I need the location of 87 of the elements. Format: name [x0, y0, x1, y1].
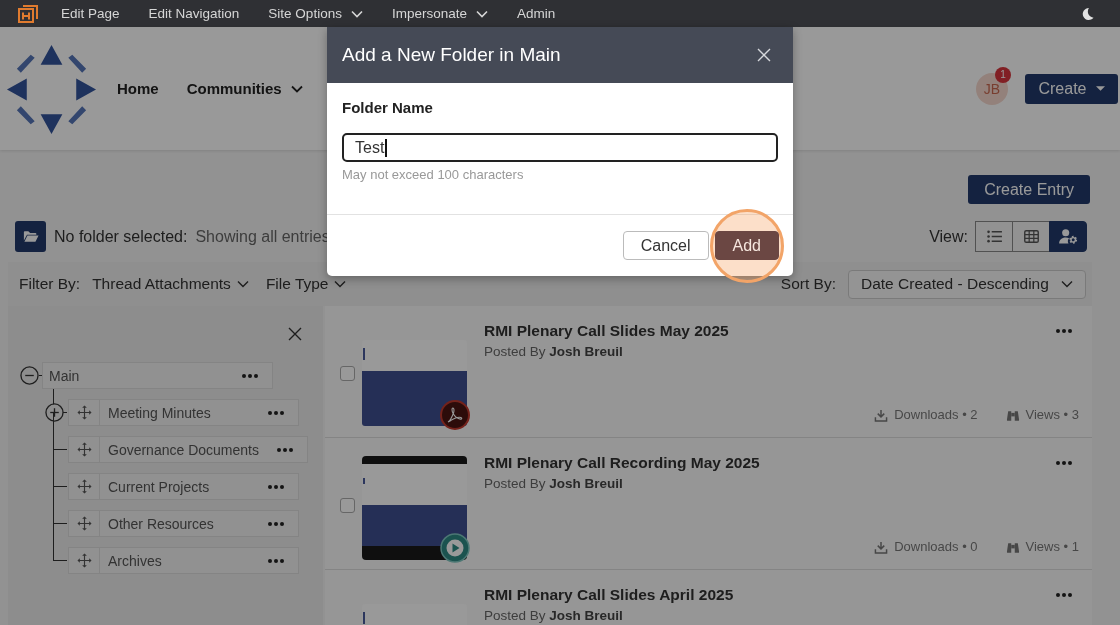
toolbar-link[interactable]: Impersonate — [391, 3, 488, 24]
folder-status-label: No folder selected: — [54, 227, 188, 246]
folder-item[interactable]: Meeting Minutes — [68, 399, 299, 426]
chevron-down-icon — [350, 9, 363, 18]
filter-dropdown[interactable]: File Type — [265, 275, 347, 293]
views-count: Views • 1 — [1025, 539, 1079, 555]
entry-title[interactable]: RMI Plenary Call Slides May 2025 — [484, 321, 729, 341]
views-count: Views • 3 — [1025, 407, 1079, 423]
more-options-icon[interactable] — [1056, 461, 1072, 465]
folder-open-icon — [22, 230, 39, 243]
view-toggle-button[interactable] — [975, 221, 1013, 252]
chevron-down-icon — [475, 9, 488, 18]
move-icon[interactable] — [76, 405, 92, 420]
tree-line — [53, 486, 68, 524]
view-toggle-button[interactable] — [1049, 221, 1087, 252]
downloads-count: Downloads • 2 — [894, 407, 978, 423]
nav-link[interactable]: Communities — [186, 80, 303, 97]
create-entry-button[interactable]: Create Entry — [968, 175, 1090, 204]
view-label: View: — [929, 227, 968, 246]
close-icon[interactable] — [288, 327, 302, 341]
user-gear-icon — [1058, 229, 1078, 244]
more-options-icon[interactable] — [268, 484, 284, 489]
more-options-icon[interactable] — [268, 558, 284, 563]
sort-label: Sort By: — [780, 275, 836, 293]
more-options-icon[interactable] — [242, 373, 258, 378]
filter-label: Filter By: — [19, 275, 81, 293]
more-options-icon[interactable] — [268, 521, 284, 526]
move-icon[interactable] — [76, 479, 92, 494]
notification-badge: 1 — [995, 66, 1011, 83]
move-icon[interactable] — [76, 442, 92, 457]
nav-link[interactable]: Home — [117, 80, 159, 97]
folder-button[interactable] — [15, 221, 46, 252]
folder-item[interactable]: Governance Documents — [68, 436, 308, 463]
folder-item[interactable]: Other Resources — [68, 510, 299, 537]
modal-title: Add a New Folder in Main — [342, 44, 561, 66]
toolbar-link[interactable]: Edit Navigation — [148, 3, 240, 24]
grid-icon — [1023, 230, 1039, 243]
downloads-count: Downloads • 0 — [894, 539, 978, 555]
move-icon[interactable] — [76, 553, 92, 568]
binoculars-icon — [1005, 540, 1020, 554]
more-options-icon[interactable] — [268, 410, 284, 415]
checkbox[interactable] — [340, 366, 355, 381]
entry-title[interactable]: RMI Plenary Call Slides April 2025 — [484, 585, 734, 605]
checkbox[interactable] — [340, 498, 355, 513]
move-icon[interactable] — [76, 516, 92, 531]
thumbnail-placeholder[interactable] — [362, 456, 467, 560]
cancel-button[interactable]: Cancel — [622, 231, 709, 260]
binoculars-icon — [1005, 408, 1020, 422]
pdf-icon — [440, 400, 470, 430]
download-icon — [874, 408, 889, 422]
chevron-down-icon — [334, 280, 347, 288]
toolbar-link[interactable]: Edit Page — [61, 3, 120, 24]
field-hint: May not exceed 100 characters — [342, 166, 525, 183]
field-label: Folder Name — [342, 98, 434, 118]
more-options-icon[interactable] — [1056, 329, 1072, 333]
sort-select[interactable]: Date Created - Descending — [848, 269, 1086, 299]
compass-logo[interactable] — [5, 43, 98, 136]
folder-item[interactable]: Main — [42, 362, 273, 389]
posted-by-text: Posted By Josh Breuil — [484, 476, 624, 492]
minus-circle-icon[interactable] — [20, 366, 39, 385]
view-toggle-button[interactable] — [1012, 221, 1050, 252]
folder-name-field[interactable]: Test — [342, 133, 778, 162]
chevron-down-icon — [236, 280, 249, 288]
tree-line — [53, 523, 68, 561]
create-button[interactable]: Create — [1025, 73, 1118, 104]
folder-item[interactable]: Archives — [68, 547, 299, 574]
more-options-icon[interactable] — [1056, 593, 1072, 597]
list-icon — [986, 230, 1002, 243]
add-button[interactable]: Add — [714, 231, 779, 260]
download-icon — [874, 540, 889, 554]
play-icon — [440, 533, 470, 563]
posted-by-text: Posted By Josh Breuil — [484, 344, 624, 360]
toolbar-link[interactable]: Site Options — [268, 3, 363, 24]
posted-by-text: Posted By Josh Breuil — [484, 608, 624, 624]
moon-icon[interactable] — [1081, 6, 1094, 21]
plus-circle-icon[interactable] — [44, 403, 64, 422]
logo-icon[interactable] — [18, 4, 38, 23]
tree-line — [53, 449, 68, 487]
chevron-down-icon — [290, 84, 303, 93]
toolbar-link[interactable]: Admin — [516, 3, 556, 24]
more-options-icon[interactable] — [276, 447, 293, 452]
caret-down-icon — [1095, 86, 1105, 91]
folder-item[interactable]: Current Projects — [68, 473, 299, 500]
entry-title[interactable]: RMI Plenary Call Recording May 2025 — [484, 453, 760, 473]
text-cursor — [385, 138, 387, 157]
chevron-down-icon — [1061, 280, 1073, 288]
filter-dropdown[interactable]: Thread Attachments — [92, 275, 249, 293]
